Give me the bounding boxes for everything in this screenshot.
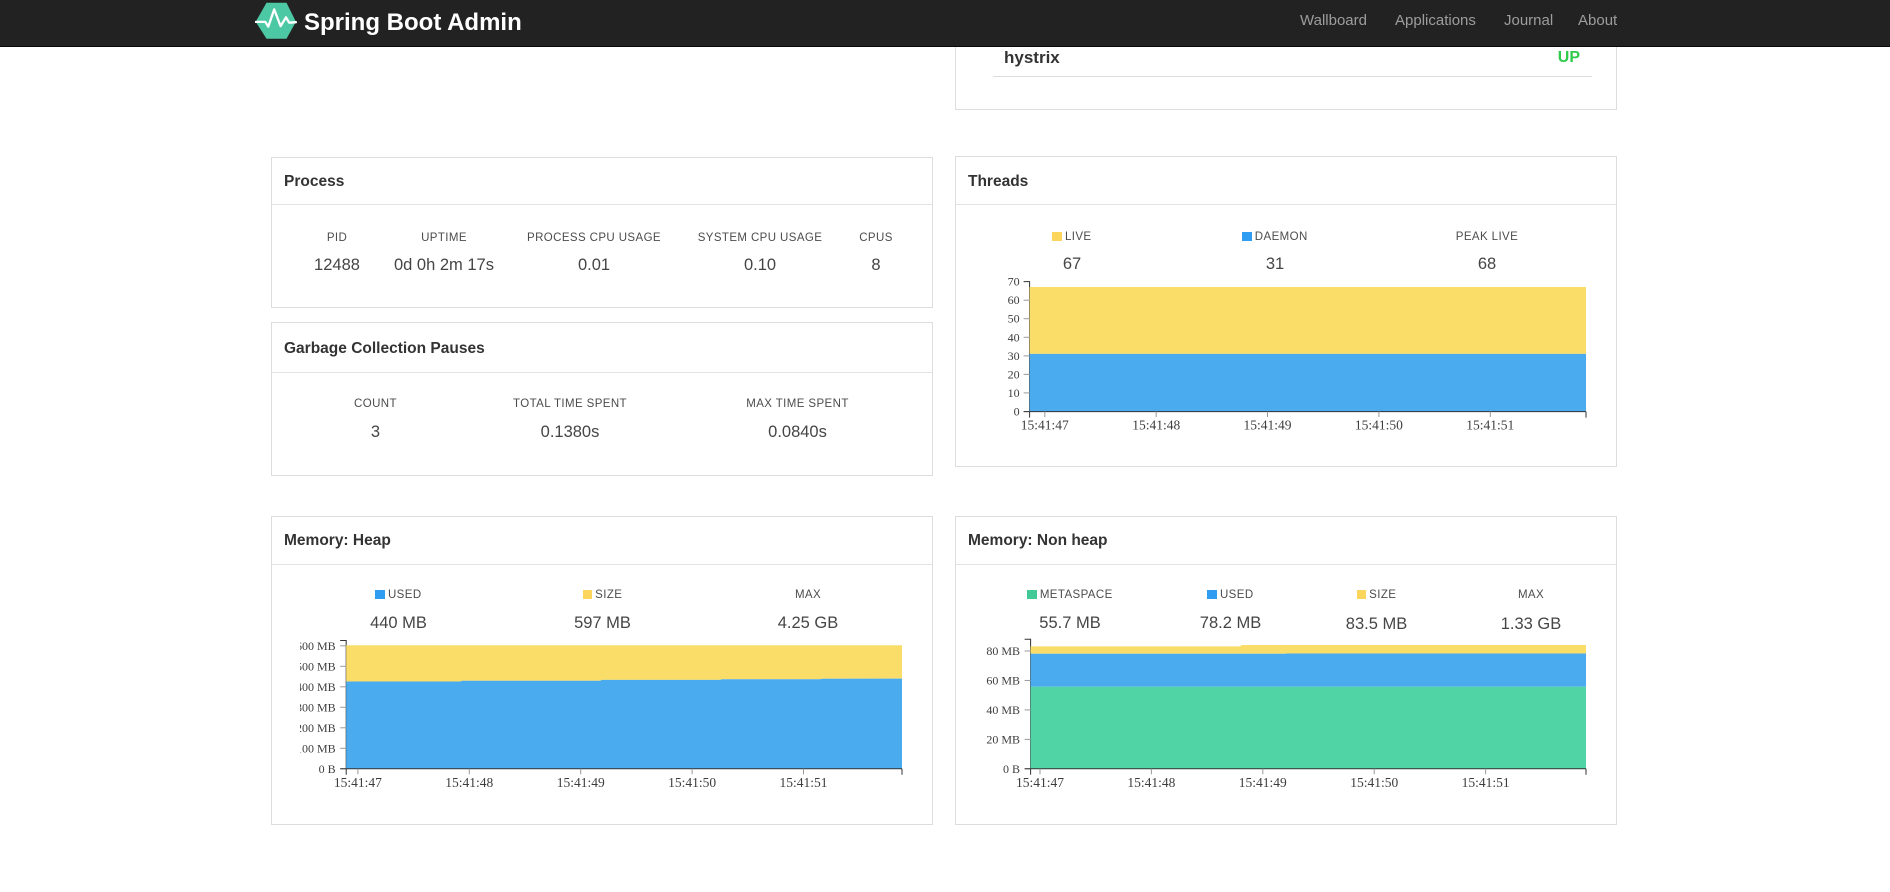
svg-text:15:41:49: 15:41:49 (557, 775, 605, 790)
svg-text:50: 50 (1008, 312, 1020, 326)
svg-text:15:41:48: 15:41:48 (1132, 418, 1180, 433)
svg-text:15:41:50: 15:41:50 (1355, 418, 1403, 433)
svg-text:15:41:48: 15:41:48 (445, 775, 493, 790)
svg-text:40: 40 (1008, 330, 1020, 344)
svg-text:20: 20 (1008, 367, 1020, 381)
svg-text:15:41:48: 15:41:48 (1127, 775, 1175, 790)
svg-text:100 MB: 100 MB (300, 741, 336, 755)
svg-text:15:41:51: 15:41:51 (1462, 775, 1510, 790)
svg-text:70: 70 (1008, 275, 1020, 289)
svg-text:300 MB: 300 MB (300, 700, 336, 714)
svg-text:40 MB: 40 MB (986, 703, 1020, 717)
svg-text:600 MB: 600 MB (300, 639, 336, 653)
svg-text:200 MB: 200 MB (300, 721, 336, 735)
svg-text:0: 0 (1014, 405, 1020, 419)
svg-text:15:41:49: 15:41:49 (1243, 418, 1291, 433)
svg-text:15:41:50: 15:41:50 (1350, 775, 1398, 790)
svg-text:15:41:51: 15:41:51 (1466, 418, 1514, 433)
svg-text:15:41:47: 15:41:47 (334, 775, 382, 790)
svg-text:15:41:50: 15:41:50 (668, 775, 716, 790)
svg-text:20 MB: 20 MB (986, 732, 1020, 746)
svg-text:400 MB: 400 MB (300, 680, 336, 694)
svg-text:15:41:49: 15:41:49 (1239, 775, 1287, 790)
svg-text:15:41:51: 15:41:51 (779, 775, 827, 790)
svg-text:80 MB: 80 MB (986, 644, 1020, 658)
svg-text:10: 10 (1008, 386, 1020, 400)
svg-text:60: 60 (1008, 293, 1020, 307)
svg-text:0 B: 0 B (1003, 762, 1020, 776)
svg-text:0 B: 0 B (319, 762, 336, 776)
svg-text:15:41:47: 15:41:47 (1016, 775, 1064, 790)
svg-text:500 MB: 500 MB (300, 659, 336, 673)
svg-text:15:41:47: 15:41:47 (1021, 418, 1069, 433)
svg-text:30: 30 (1008, 349, 1020, 363)
svg-text:60 MB: 60 MB (986, 673, 1020, 687)
